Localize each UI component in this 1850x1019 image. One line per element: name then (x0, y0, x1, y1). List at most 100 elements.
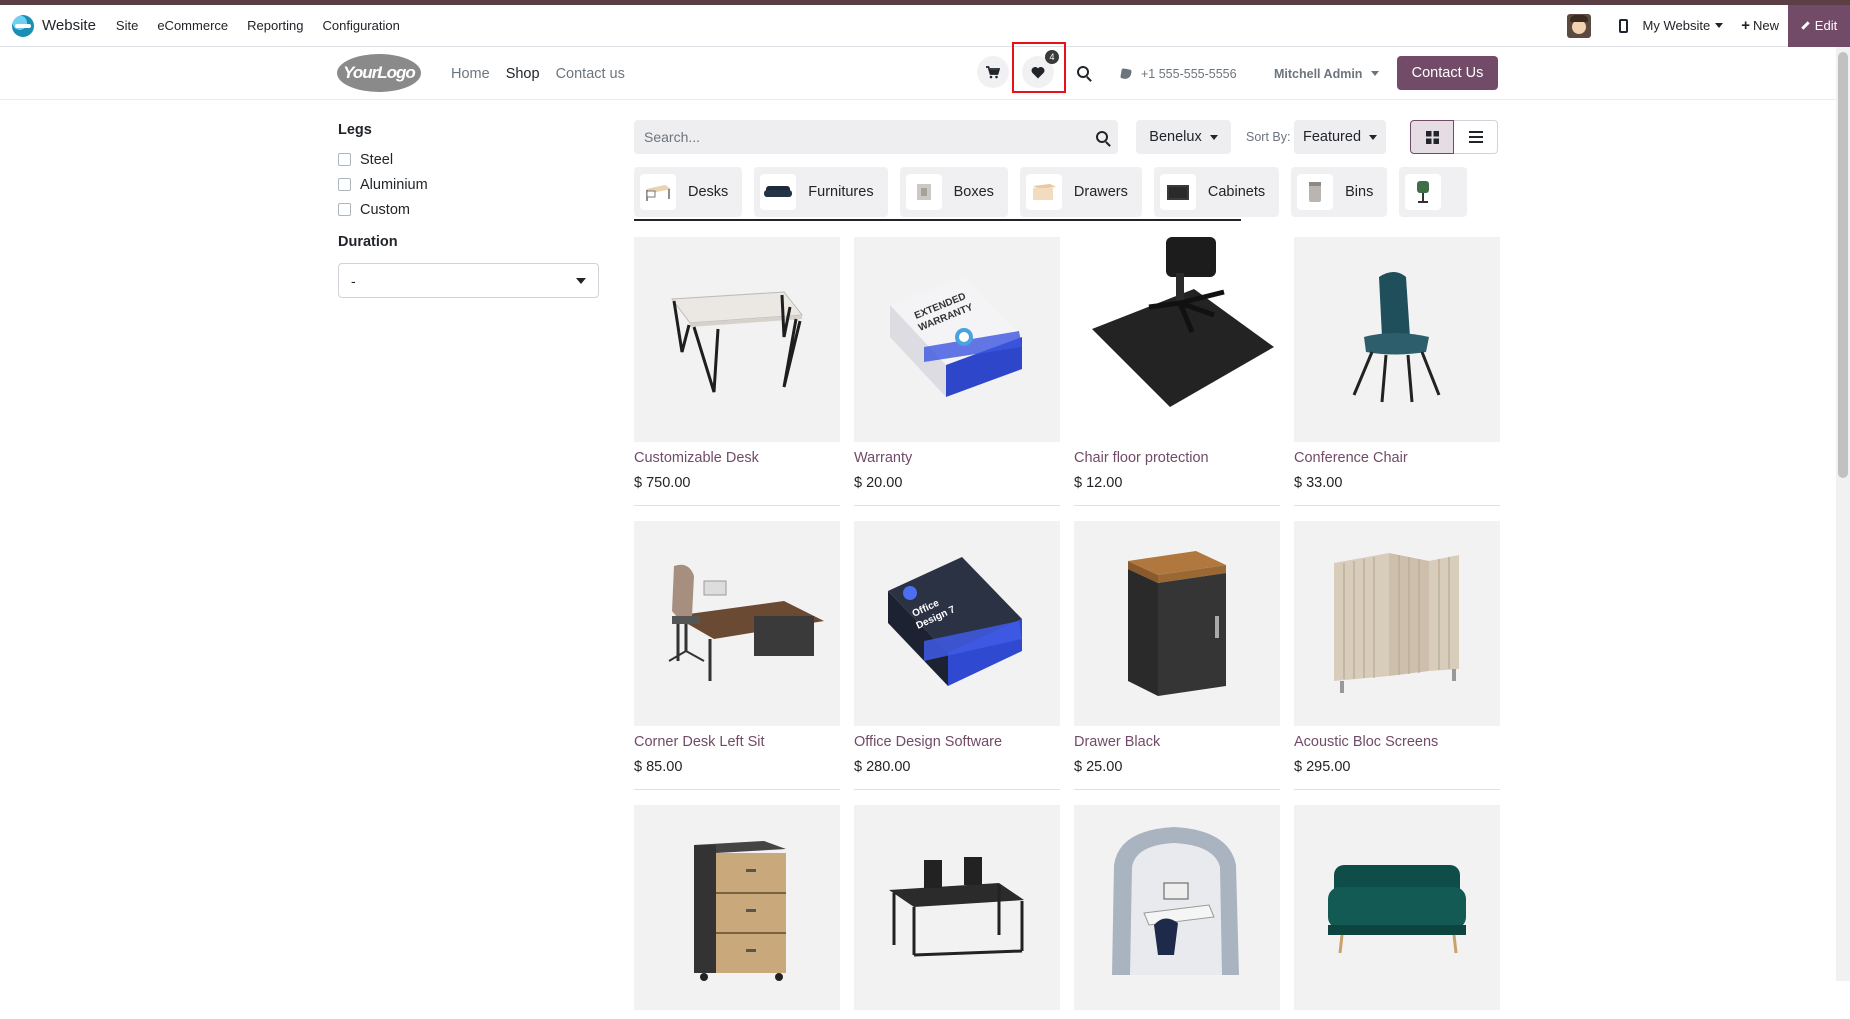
product-image[interactable] (854, 805, 1060, 1010)
product-image[interactable] (634, 805, 840, 1010)
pricelist-dropdown[interactable]: Benelux (1136, 120, 1231, 154)
site-logo[interactable]: YourLogo (337, 54, 421, 92)
category-boxes[interactable]: Boxes (899, 167, 1008, 217)
menu-reporting[interactable]: Reporting (247, 18, 303, 33)
category-label: Furnitures (808, 184, 874, 200)
view-toggle (1410, 120, 1499, 154)
chevron-down-icon (1371, 71, 1380, 76)
nav-contact[interactable]: Contact us (556, 66, 625, 82)
product-name[interactable]: Chair floor protection (1074, 450, 1280, 466)
mobile-preview-icon[interactable] (1618, 18, 1628, 33)
cart-button[interactable] (977, 56, 1009, 88)
product-name[interactable]: Office Design Software (854, 734, 1060, 750)
page-scrollbar-thumb[interactable] (1838, 52, 1848, 478)
user-menu[interactable]: Mitchell Admin (1274, 47, 1380, 100)
product-image[interactable] (1074, 237, 1280, 442)
new-button-label: New (1752, 18, 1779, 33)
filter-option-custom[interactable]: Custom (338, 201, 600, 218)
phone-link[interactable]: +1 555-555-5556 (1120, 47, 1237, 100)
desk-thumbnail (640, 174, 676, 210)
category-bins[interactable]: Bins (1291, 167, 1388, 217)
product-name[interactable]: Customizable Desk (634, 450, 840, 466)
site-header: YourLogo Home Shop Contact us 4 +1 555-5… (0, 42, 1850, 100)
product-card[interactable]: Conference Chair $ 33.00 (1294, 237, 1500, 506)
product-image[interactable]: Office Design 7 (854, 521, 1060, 726)
category-more[interactable] (1399, 167, 1468, 217)
heart-icon (1031, 66, 1045, 78)
product-image[interactable] (1074, 805, 1280, 1010)
user-avatar[interactable] (1566, 13, 1591, 38)
product-image[interactable] (1294, 521, 1500, 726)
wishlist-count-badge: 4 (1045, 50, 1059, 64)
app-brand[interactable]: Website (12, 14, 96, 37)
list-view-button[interactable] (1454, 120, 1498, 154)
grid-view-button[interactable] (1410, 120, 1454, 154)
category-desks[interactable]: Desks (634, 167, 743, 217)
checkbox[interactable] (338, 178, 351, 191)
header-search-button[interactable] (1067, 56, 1099, 88)
category-label: Drawers (1073, 184, 1128, 200)
category-drawers[interactable]: Drawers (1019, 167, 1142, 217)
product-image[interactable] (1294, 805, 1500, 1010)
menu-configuration[interactable]: Configuration (323, 18, 400, 33)
product-card[interactable] (634, 805, 840, 1019)
product-image[interactable] (1294, 237, 1500, 442)
product-name[interactable]: Warranty (854, 450, 1060, 466)
product-name[interactable]: Corner Desk Left Sit (634, 734, 840, 750)
search-icon[interactable] (1096, 131, 1108, 143)
product-price: $ 280.00 (854, 759, 911, 775)
product-price: $ 12.00 (1074, 475, 1123, 491)
sort-dropdown[interactable]: Featured (1294, 120, 1386, 154)
product-card[interactable]: Corner Desk Left Sit $ 85.00 (634, 521, 840, 790)
product-name[interactable]: Drawer Black (1074, 734, 1280, 750)
card-divider (854, 505, 1060, 506)
menu-site[interactable]: Site (116, 18, 138, 33)
category-cabinets[interactable]: Cabinets (1153, 167, 1280, 217)
sofa-thumbnail (760, 174, 797, 210)
sort-value: Featured (1302, 129, 1362, 145)
filter-option-aluminium[interactable]: Aluminium (338, 176, 600, 193)
card-divider (1294, 789, 1500, 790)
category-furnitures[interactable]: Furnitures (754, 167, 888, 217)
product-card[interactable]: Office Design 7 Office Design Software $ … (854, 521, 1060, 790)
product-search-input[interactable]: Search... (634, 120, 1118, 154)
product-image[interactable] (1074, 521, 1280, 726)
product-price: $ 33.00 (1294, 475, 1343, 491)
filter-option-label: Aluminium (360, 176, 428, 193)
contact-us-button[interactable]: Contact Us (1397, 56, 1498, 90)
product-name[interactable]: Conference Chair (1294, 450, 1500, 466)
product-card[interactable] (1294, 805, 1500, 1019)
product-image[interactable] (634, 521, 840, 726)
grid-icon (1425, 130, 1439, 144)
product-card[interactable]: Acoustic Bloc Screens $ 295.00 (1294, 521, 1500, 790)
main-nav: Home Shop Contact us (451, 47, 641, 100)
new-button[interactable]: + New (1741, 17, 1779, 34)
menu-ecommerce[interactable]: eCommerce (157, 18, 228, 33)
cabinet-thumbnail (1159, 174, 1196, 210)
card-divider (1074, 505, 1280, 506)
product-card[interactable]: EXTENDED WARRANTY Warranty $ 20.00 (854, 237, 1060, 506)
product-name[interactable]: Acoustic Bloc Screens (1294, 734, 1500, 750)
product-card[interactable]: Chair floor protection $ 12.00 (1074, 237, 1280, 506)
filter-option-steel[interactable]: Steel (338, 151, 600, 168)
category-label: Desks (688, 184, 729, 200)
product-image[interactable] (634, 237, 840, 442)
checkbox[interactable] (338, 203, 351, 216)
product-card[interactable]: Drawer Black $ 25.00 (1074, 521, 1280, 790)
product-card[interactable]: Customizable Desk $ 750.00 (634, 237, 840, 506)
checkbox[interactable] (338, 153, 351, 166)
phone-number: +1 555-555-5556 (1141, 66, 1237, 81)
product-image[interactable]: EXTENDED WARRANTY (854, 237, 1060, 442)
product-card[interactable] (854, 805, 1060, 1019)
website-switcher[interactable]: My Website (1643, 18, 1724, 33)
product-card[interactable] (1074, 805, 1280, 1019)
duration-select-value: - (351, 272, 356, 289)
plus-icon: + (1741, 17, 1750, 34)
duration-select[interactable]: - (338, 263, 599, 298)
edit-button[interactable]: Edit (1788, 4, 1850, 47)
chevron-down-icon (1369, 134, 1378, 140)
nav-home[interactable]: Home (451, 66, 490, 82)
nav-shop[interactable]: Shop (506, 66, 540, 82)
wishlist-button[interactable]: 4 (1022, 50, 1059, 88)
website-app-icon (12, 14, 34, 37)
